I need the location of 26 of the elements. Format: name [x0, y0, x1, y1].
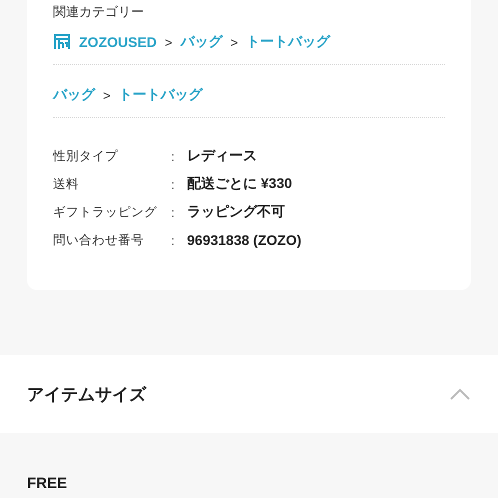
- detail-value: ラッピング不可: [187, 203, 285, 221]
- detail-label: 性別タイプ: [53, 148, 119, 164]
- detail-label: 問い合わせ番号: [53, 232, 145, 248]
- breadcrumb-link[interactable]: バッグ: [53, 86, 95, 104]
- breadcrumb-link[interactable]: トートバッグ: [246, 33, 330, 51]
- colon: :: [171, 232, 176, 248]
- breadcrumb-separator: >: [103, 88, 111, 102]
- breadcrumb-separator: >: [164, 34, 172, 50]
- colon: :: [171, 148, 176, 164]
- chevron-icon: [450, 388, 470, 400]
- colon: :: [171, 204, 176, 220]
- detail-label: 送料: [53, 176, 80, 192]
- accordion-header[interactable]: アイテムサイズ: [0, 355, 498, 433]
- breadcrumb-separator: >: [230, 34, 238, 50]
- breadcrumb-link[interactable]: ZOZOUSED: [79, 34, 157, 50]
- breadcrumb-link[interactable]: バッグ: [180, 33, 222, 51]
- detail-value: 配送ごとに ¥330: [187, 175, 292, 193]
- section-title: アイテムサイズ: [27, 384, 146, 406]
- colon: :: [171, 176, 176, 192]
- detail-label: ギフトラッピング: [53, 204, 158, 220]
- detail-value: 96931838 (ZOZO): [187, 232, 302, 248]
- storefront-icon: [53, 34, 71, 50]
- detail-value: レディース: [187, 147, 257, 165]
- section-label: 関連カテゴリー: [53, 3, 145, 21]
- size-label: FREE: [27, 475, 68, 492]
- breadcrumb-link[interactable]: トートバッグ: [118, 86, 203, 104]
